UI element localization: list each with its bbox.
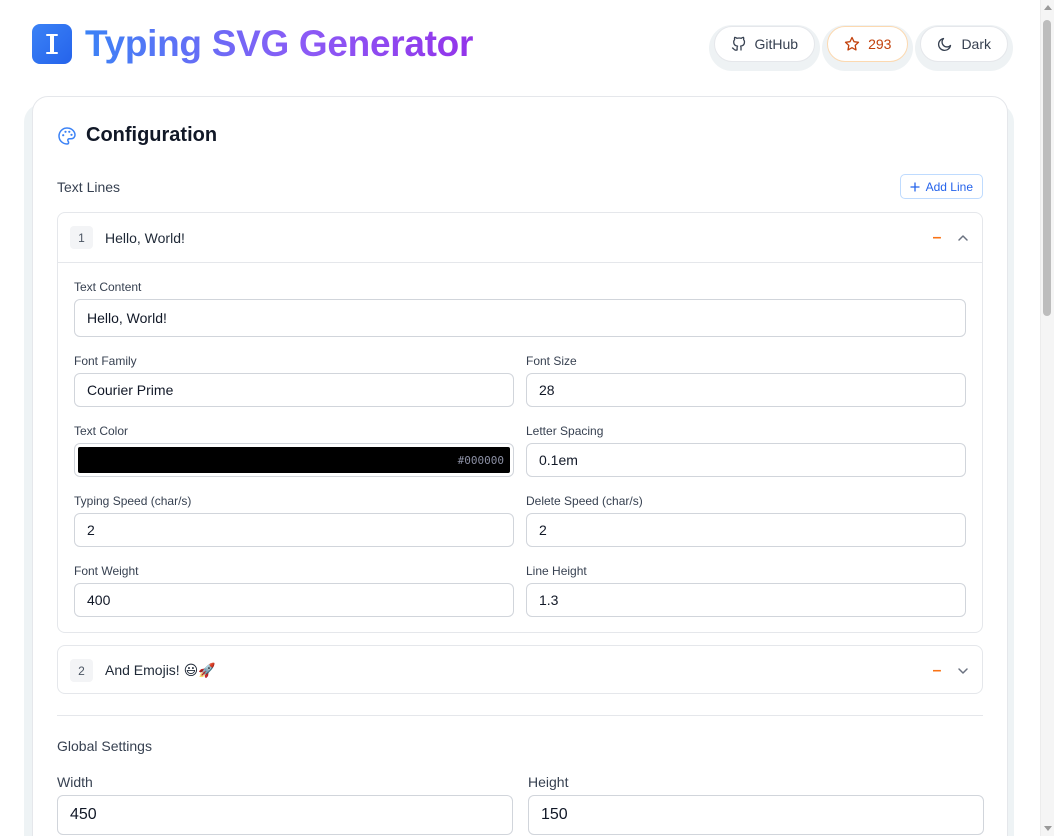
font-family-label: Font Family [74,354,137,368]
text-color-label: Text Color [74,424,129,438]
line-number-badge: 1 [70,226,93,249]
line-name: Hello, World! [105,229,185,246]
font-family-input[interactable]: Courier Prime [74,373,514,407]
page-scrollbar[interactable] [1040,0,1054,836]
star-button[interactable]: 293 [827,26,909,62]
configuration-card: Configuration Text Lines Add Line 1 Hell… [32,96,1008,836]
line-actions: – [930,213,970,262]
plus-icon [909,181,920,192]
remove-line-button[interactable]: – [930,662,944,680]
theme-label: Dark [961,36,991,52]
text-cursor-icon [32,24,72,64]
github-label: GitHub [754,36,799,52]
star-icon [844,36,860,51]
text-content-input[interactable]: Hello, World! [74,299,966,337]
star-count: 293 [868,36,892,52]
theme-toggle-button[interactable]: Dark [920,26,1008,62]
typing-speed-label: Typing Speed (char/s) [74,494,192,508]
header-actions: GitHub 293 Dark [713,26,1008,62]
section-divider [57,715,983,716]
chevron-up-icon[interactable] [956,231,970,245]
global-settings-label: Global Settings [57,738,152,754]
chevron-down-icon[interactable] [956,664,970,678]
configuration-title: Configuration [86,124,218,146]
text-color-picker[interactable]: #000000 [74,443,514,477]
text-line-panel-1: 1 Hello, World! – Text Content Hello, Wo… [57,212,983,633]
text-content-label: Text Content [74,280,142,294]
color-swatch: #000000 [78,447,510,473]
width-label: Width [57,774,93,790]
text-lines-label: Text Lines [57,179,121,195]
letter-spacing-input[interactable]: 0.1em [526,443,966,477]
text-line-panel-2: 2 And Emojis! 😃🚀 – [57,645,983,694]
delete-speed-label: Delete Speed (char/s) [526,494,643,508]
line-height-input[interactable]: 1.3 [526,583,966,617]
add-line-button[interactable]: Add Line [899,174,983,199]
delete-speed-input[interactable]: 2 [526,513,966,547]
page-title: Typing SVG Generator [85,23,474,64]
line-number-badge: 2 [70,659,93,682]
remove-line-button[interactable]: – [930,229,944,247]
text-line-header-1[interactable]: 1 Hello, World! – [58,213,982,262]
line-height-label: Line Height [526,564,587,578]
moon-icon [938,37,952,52]
scroll-up-icon[interactable] [1044,5,1052,10]
letter-spacing-label: Letter Spacing [526,424,604,438]
scroll-down-icon[interactable] [1044,826,1052,831]
palette-icon [58,126,76,145]
height-label: Height [528,774,569,790]
configuration-heading: Configuration [57,124,217,147]
font-size-label: Font Size [526,354,577,368]
scrollbar-thumb[interactable] [1043,20,1051,316]
width-input[interactable]: 450 [57,795,513,835]
text-line-body-1: Text Content Hello, World! Font Family C… [58,262,982,632]
app-header: Typing SVG Generator [32,23,473,65]
text-line-header-2[interactable]: 2 And Emojis! 😃🚀 – [58,646,982,695]
height-input[interactable]: 150 [528,795,984,835]
font-weight-label: Font Weight [74,564,139,578]
line-actions: – [930,646,970,695]
line-name: And Emojis! 😃🚀 [105,662,216,678]
add-line-label: Add Line [925,179,973,194]
font-weight-input[interactable]: 400 [74,583,514,617]
typing-speed-input[interactable]: 2 [74,513,514,547]
github-icon [731,36,745,51]
github-button[interactable]: GitHub [713,26,816,62]
color-hex-value: #000000 [457,453,504,467]
font-size-input[interactable]: 28 [526,373,966,407]
